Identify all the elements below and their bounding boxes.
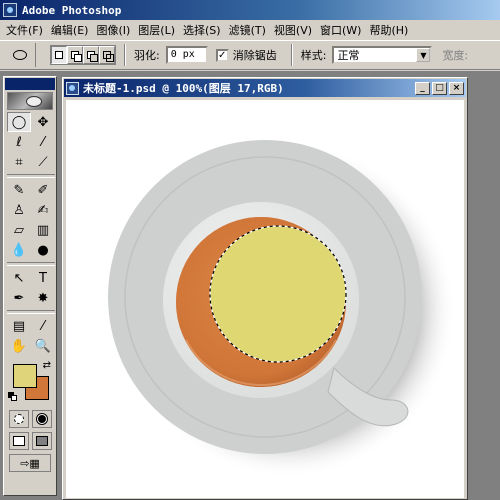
slice-tool-icon[interactable]: ⟋ xyxy=(31,152,55,172)
move-tool-icon[interactable]: ✥ xyxy=(31,112,55,132)
zoom-tool-icon[interactable]: 🔍 xyxy=(31,336,55,356)
jump-to-imageready-button[interactable]: ⇨▦ xyxy=(9,454,51,472)
style-select[interactable]: 正常 ▼ xyxy=(332,46,433,64)
custom-shape-icon[interactable]: ✸ xyxy=(31,288,55,308)
document-icon xyxy=(66,81,79,95)
eraser-tool-icon[interactable]: ▱ xyxy=(7,220,31,240)
jump-row: ⇨▦ xyxy=(7,454,53,472)
width-label: 宽度: xyxy=(442,49,469,62)
antialias-checkbox[interactable]: ✓ xyxy=(215,48,229,62)
minimize-button[interactable]: _ xyxy=(415,81,430,95)
adobe-online-icon[interactable] xyxy=(7,92,53,110)
photoshop-app-icon xyxy=(3,3,17,17)
document-title: 未标题-1.psd @ 100%(图层 17,RGB) xyxy=(83,82,284,95)
standard-mode-button[interactable] xyxy=(8,410,29,428)
clone-stamp-icon[interactable]: ♙ xyxy=(7,200,31,220)
elliptical-marquee-icon xyxy=(12,50,27,60)
divider xyxy=(290,44,293,66)
close-button[interactable]: × xyxy=(449,81,464,95)
pen-tool-icon[interactable]: ✒ xyxy=(7,288,31,308)
menu-view[interactable]: 视图(V) xyxy=(270,22,316,38)
menu-window[interactable]: 窗口(W) xyxy=(316,22,365,38)
menu-edit[interactable]: 编辑(E) xyxy=(47,22,93,38)
style-select-value: 正常 xyxy=(337,49,360,62)
selection-mode-group xyxy=(50,45,116,65)
type-tool-icon[interactable]: T xyxy=(31,268,55,288)
image-canvas[interactable] xyxy=(66,100,464,498)
history-brush-icon[interactable]: ✍ xyxy=(31,200,55,220)
magic-wand-tool-icon[interactable]: ⁄ xyxy=(31,132,55,152)
brush-tool-icon[interactable]: ✐ xyxy=(31,180,55,200)
menu-filter[interactable]: 滤镜(T) xyxy=(225,22,270,38)
maximize-button[interactable]: □ xyxy=(432,81,447,95)
standard-screen-mode-button[interactable] xyxy=(8,432,29,450)
toolbox-titlebar[interactable] xyxy=(5,78,55,90)
menu-layer[interactable]: 图层(L) xyxy=(134,22,179,38)
path-selection-icon[interactable]: ↖ xyxy=(7,268,31,288)
current-tool-preset[interactable] xyxy=(4,43,36,67)
document-window: 未标题-1.psd @ 100%(图层 17,RGB) _ □ × xyxy=(62,77,468,500)
elliptical-marquee-tool-icon[interactable]: ◯ xyxy=(7,112,31,132)
menu-image[interactable]: 图像(I) xyxy=(92,22,134,38)
crop-tool-icon[interactable]: ⌗ xyxy=(7,152,31,172)
blur-tool-icon[interactable]: 💧 xyxy=(7,240,31,260)
edit-mode-row xyxy=(7,410,53,428)
full-screen-menu-mode-button[interactable] xyxy=(31,432,52,450)
new-selection-button[interactable] xyxy=(51,46,67,64)
app-titlebar: Adobe Photoshop xyxy=(0,0,500,20)
tool-options-bar: 羽化: 0 px ✓ 消除锯齿 样式: 正常 ▼ 宽度: xyxy=(0,40,500,70)
menu-file[interactable]: 文件(F) xyxy=(2,22,47,38)
menu-help[interactable]: 帮助(H) xyxy=(365,22,412,38)
add-to-selection-button[interactable] xyxy=(67,46,83,64)
divider xyxy=(124,44,126,66)
hand-tool-icon[interactable]: ✋ xyxy=(7,336,31,356)
menu-select[interactable]: 选择(S) xyxy=(179,22,225,38)
color-swatches: ⇄ xyxy=(7,360,53,406)
selection-fill xyxy=(210,226,346,362)
chevron-down-icon[interactable]: ▼ xyxy=(416,48,431,62)
subtract-from-selection-button[interactable] xyxy=(83,46,99,64)
intersect-selection-button[interactable] xyxy=(99,46,115,64)
swap-colors-icon[interactable]: ⇄ xyxy=(43,360,51,371)
toolbox: ◯ ✥ ℓ ⁄ ⌗ ⟋ ✎ ✐ ♙ ✍ ▱ ▥ 💧 ● ↖ T ✒ ✸ ▤ ⁄ … xyxy=(3,76,57,496)
quick-mask-mode-button[interactable] xyxy=(31,410,52,428)
default-colors-icon[interactable] xyxy=(8,392,18,402)
canvas-artwork xyxy=(108,140,456,478)
feather-input[interactable]: 0 px xyxy=(165,46,208,64)
menu-bar: 文件(F) 编辑(E) 图像(I) 图层(L) 选择(S) 滤镜(T) 视图(V… xyxy=(0,20,500,39)
style-label: 样式: xyxy=(300,49,327,62)
gradient-tool-icon[interactable]: ▥ xyxy=(31,220,55,240)
screen-mode-row xyxy=(7,432,53,450)
notes-tool-icon[interactable]: ▤ xyxy=(7,316,31,336)
document-titlebar[interactable]: 未标题-1.psd @ 100%(图层 17,RGB) _ □ × xyxy=(64,79,466,97)
dodge-tool-icon[interactable]: ● xyxy=(31,240,55,260)
healing-brush-icon[interactable]: ✎ xyxy=(7,180,31,200)
eyedropper-tool-icon[interactable]: ⁄ xyxy=(31,316,55,336)
app-title: Adobe Photoshop xyxy=(22,3,122,17)
foreground-color-swatch[interactable] xyxy=(13,364,37,388)
antialias-label: 消除锯齿 xyxy=(232,49,277,62)
lasso-tool-icon[interactable]: ℓ xyxy=(7,132,31,152)
feather-label: 羽化: xyxy=(134,49,160,62)
